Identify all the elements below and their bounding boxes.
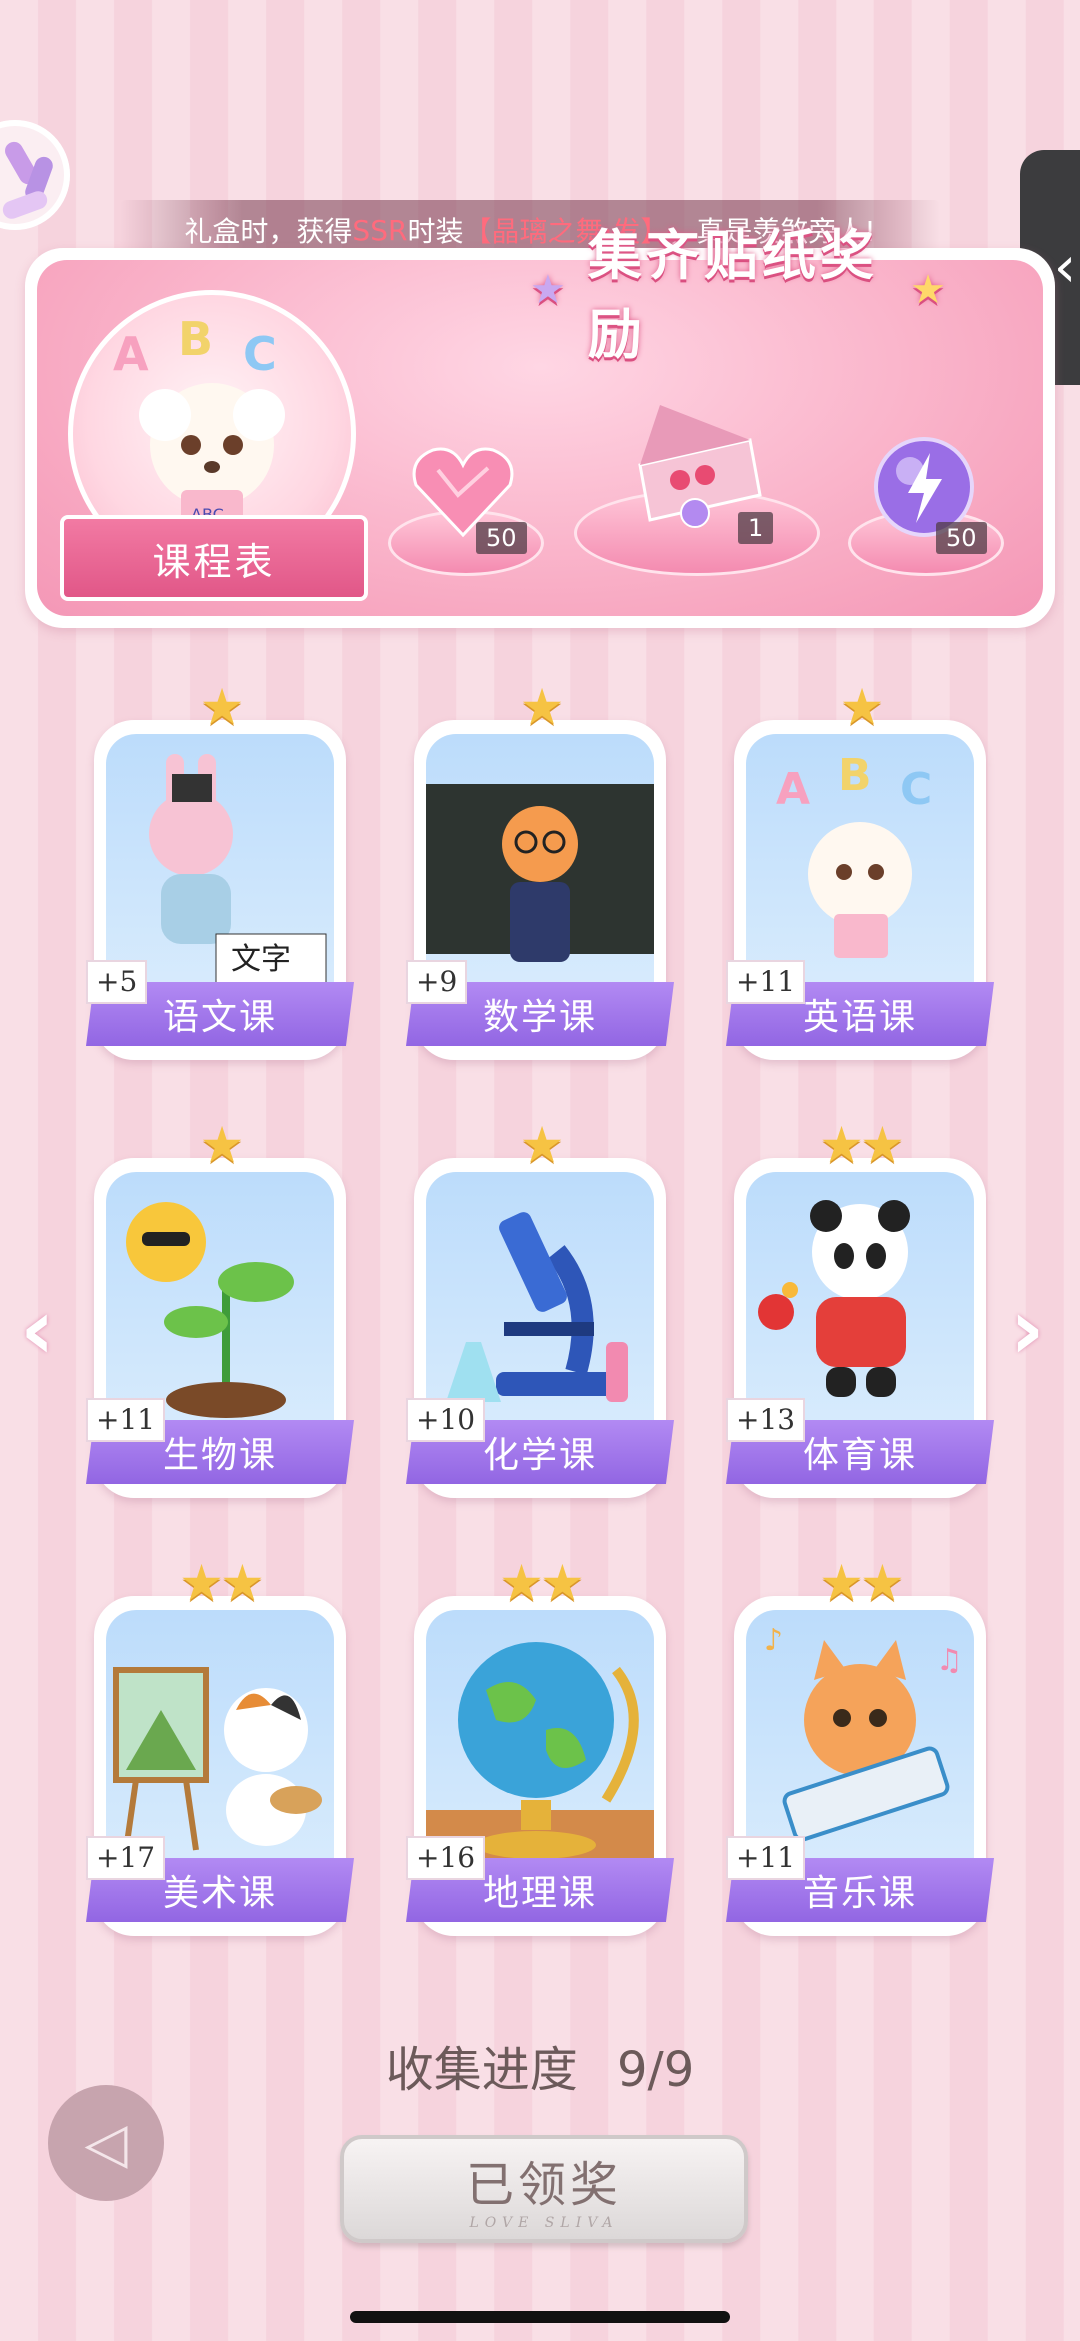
claimed-button[interactable]: 已领奖 LOVE SLIVA [340,2135,748,2243]
svg-text:B: B [178,312,213,366]
star-rating-icon: ★ [519,1116,565,1174]
star-rating-icon: ★ [839,678,885,736]
menu-flower-button[interactable] [0,120,70,230]
banner-title: ★ 集齐贴纸奖励 ★ [530,224,950,366]
chevron-left-icon: ‹ [1053,235,1077,300]
card-bonus: +9 [406,960,468,1004]
course-card[interactable]: ★★ 体育课 +13 [726,1116,994,1498]
chevron-left-icon: ‹ [20,1280,55,1378]
progress-label: 收集进度 [385,2042,578,2098]
course-schedule-button[interactable]: 课程表 [60,515,368,601]
course-card[interactable]: ★★ ♪ ♫ 音乐课 +11 [726,1554,994,1936]
marquee-ssr: SSR [352,213,408,247]
card-bonus: +13 [726,1398,806,1442]
next-page-button[interactable]: › [1010,1280,1045,1378]
card-bonus: +11 [86,1398,166,1442]
reward-count: 1 [738,512,774,544]
course-schedule-label: 课程表 [152,539,276,584]
marquee-mid: 时装 [407,215,464,248]
star-rating-icon: ★ [199,678,245,736]
back-button[interactable]: ◁ [48,2085,164,2201]
marquee-prefix: 礼盒时，获得 [184,215,353,248]
star-rating-icon: ★★ [819,1116,905,1174]
progress-value: 9/9 [617,2042,695,2098]
back-arrow-icon: ◁ [84,2110,128,2176]
star-rating-icon: ★ [519,678,565,736]
home-indicator [350,2311,730,2323]
svg-text:A: A [776,764,810,815]
card-bonus: +11 [726,960,806,1004]
svg-text:C: C [243,327,277,381]
reward-count: 50 [476,522,527,554]
course-card[interactable]: ★★ 美术课 +17 [86,1554,354,1936]
course-card[interactable]: ★ 数学课 +9 [406,678,674,1060]
star-icon: ★ [910,267,950,313]
course-card[interactable]: ★ 生物课 +11 [86,1116,354,1498]
prev-page-button[interactable]: ‹ [20,1280,55,1378]
svg-text:♫: ♫ [936,1643,963,1678]
star-rating-icon: ★★ [819,1554,905,1612]
claim-button-subtitle: LOVE SLIVA [469,2215,619,2231]
svg-text:C: C [900,764,932,815]
card-bonus: +11 [726,1836,806,1880]
chevron-right-icon: › [1010,1280,1045,1378]
star-rating-icon: ★★ [179,1554,265,1612]
svg-text:♪: ♪ [764,1623,783,1658]
course-card[interactable]: ★ A B C 英语课 +11 [726,678,994,1060]
card-bonus: +10 [406,1398,486,1442]
star-rating-icon: ★★ [499,1554,585,1612]
course-card[interactable]: ★ 化学课 +10 [406,1116,674,1498]
card-bonus: +16 [406,1836,486,1880]
course-card[interactable]: ★★ 地理课 +16 [406,1554,674,1936]
course-card[interactable]: ★ 文字 语文课 +5 [86,678,354,1060]
svg-text:文字: 文字 [231,942,291,977]
star-icon: ★ [530,267,570,313]
svg-text:A: A [113,327,149,381]
claim-button-label: 已领奖 [465,2157,622,2213]
svg-text:B: B [838,750,872,801]
banner-title-text: 集齐贴纸奖励 [587,224,878,366]
collection-progress: 收集进度 9/9 [0,2030,1080,2100]
star-rating-icon: ★ [199,1116,245,1174]
card-bonus: +5 [86,960,148,1004]
reward-count: 50 [936,522,987,554]
card-bonus: +17 [86,1836,166,1880]
